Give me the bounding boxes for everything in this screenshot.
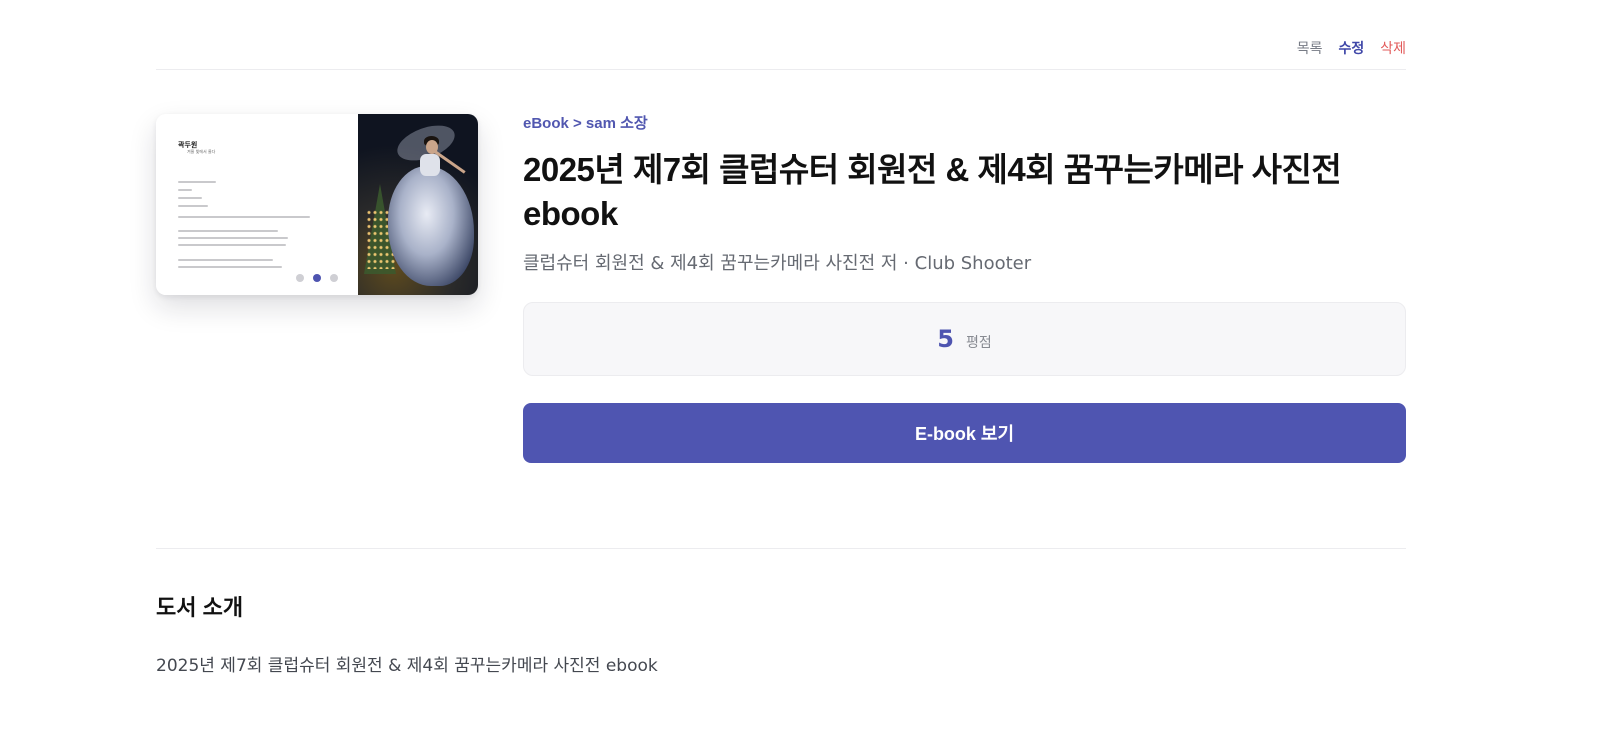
text-line: [178, 189, 192, 191]
rating-value: 5: [937, 325, 954, 353]
dress: [388, 166, 474, 286]
head: [426, 140, 438, 154]
intro-text: 2025년 제7회 클럽슈터 회원전 & 제4회 꿈꾸는카메라 사진전 eboo…: [156, 656, 658, 676]
text-line: [178, 266, 282, 268]
text-line: [178, 197, 202, 199]
cover-photo: [358, 114, 478, 295]
carousel-dot[interactable]: [296, 274, 304, 282]
book-info: eBook > sam 소장 2025년 제7회 클럽슈터 회원전 & 제4회 …: [523, 112, 1406, 463]
text-line: [178, 181, 216, 183]
text-line: [178, 259, 273, 261]
book-cover-preview[interactable]: 곽두원 겨울 빛에서 울다: [156, 114, 478, 295]
top-action-bar: 목록 수정 삭제: [156, 30, 1406, 70]
rating-box: 5 평점: [523, 302, 1406, 376]
delete-link[interactable]: 삭제: [1380, 38, 1406, 58]
intro-heading: 도서 소개: [156, 595, 244, 620]
cover-page-subtitle: 겨울 빛에서 울다: [187, 149, 216, 154]
page-container: 목록 수정 삭제 곽두원 겨울 빛에서 울다 eBook > sam 소장 20…: [156, 0, 1406, 739]
text-line: [178, 230, 278, 232]
breadcrumb[interactable]: eBook > sam 소장: [523, 112, 1406, 133]
carousel-dots: [296, 274, 338, 282]
book-title: 2025년 제7회 클럽슈터 회원전 & 제4회 꿈꾸는카메라 사진전 eboo…: [523, 151, 1342, 232]
list-link[interactable]: 목록: [1297, 38, 1323, 58]
action-links: 목록 수정 삭제: [1297, 38, 1406, 58]
rating-label: 평점: [965, 335, 992, 351]
text-line: [178, 205, 208, 207]
text-line: [178, 237, 288, 239]
cover-text-page: 곽두원 겨울 빛에서 울다: [156, 114, 358, 295]
view-ebook-button[interactable]: E-book 보기: [523, 403, 1406, 463]
text-line: [178, 216, 310, 218]
edit-link[interactable]: 수정: [1338, 38, 1364, 58]
section-divider: [156, 548, 1406, 549]
author-line: 클럽슈터 회원전 & 제4회 꿈꾸는카메라 사진전 저 · Club Shoot…: [523, 253, 1032, 274]
text-line: [178, 244, 286, 246]
bodice: [420, 154, 440, 176]
carousel-dot[interactable]: [330, 274, 338, 282]
carousel-dot-active[interactable]: [313, 274, 321, 282]
